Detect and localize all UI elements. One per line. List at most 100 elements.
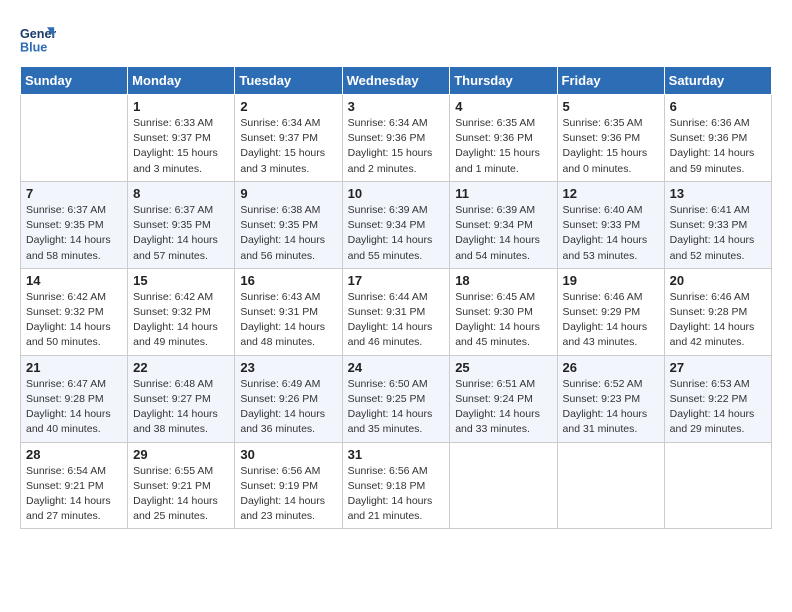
calendar-cell: 18Sunrise: 6:45 AM Sunset: 9:30 PM Dayli… <box>450 268 557 355</box>
day-number: 27 <box>670 360 766 375</box>
calendar-cell <box>664 442 771 529</box>
calendar-cell: 3 Sunrise: 6:34 AM Sunset: 9:36 PM Daylig… <box>342 95 450 182</box>
day-info: Sunrise: 6:53 AM Sunset: 9:22 PM Dayligh… <box>670 377 766 438</box>
day-number: 2 <box>240 99 336 114</box>
calendar-cell <box>450 442 557 529</box>
calendar-week-row: 1 Sunrise: 6:33 AM Sunset: 9:37 PM Daylig… <box>21 95 772 182</box>
day-info: Sunrise: 6:54 AM Sunset: 9:21 PM Dayligh… <box>26 464 122 525</box>
day-number: 19 <box>563 273 659 288</box>
calendar-cell: 6 Sunrise: 6:36 AM Sunset: 9:36 PM Daylig… <box>664 95 771 182</box>
calendar-cell <box>557 442 664 529</box>
calendar-cell: 23Sunrise: 6:49 AM Sunset: 9:26 PM Dayli… <box>235 355 342 442</box>
day-number: 29 <box>133 447 229 462</box>
calendar-cell: 26Sunrise: 6:52 AM Sunset: 9:23 PM Dayli… <box>557 355 664 442</box>
day-info: Sunrise: 6:37 AM Sunset: 9:35 PM Dayligh… <box>133 203 229 264</box>
logo-icon: General Blue <box>20 20 56 56</box>
day-info: Sunrise: 6:41 AM Sunset: 9:33 PM Dayligh… <box>670 203 766 264</box>
calendar-cell: 14 Sunrise: 6:42 AM Sunset: 9:32 PM Dayli… <box>21 268 128 355</box>
day-info: Sunrise: 6:34 AM Sunset: 9:36 PM Dayligh… <box>348 116 445 177</box>
calendar-week-row: 28Sunrise: 6:54 AM Sunset: 9:21 PM Dayli… <box>21 442 772 529</box>
day-number: 21 <box>26 360 122 375</box>
day-info: Sunrise: 6:51 AM Sunset: 9:24 PM Dayligh… <box>455 377 551 438</box>
day-number: 1 <box>133 99 229 114</box>
calendar-cell: 29 Sunrise: 6:55 AM Sunset: 9:21 PM Dayli… <box>128 442 235 529</box>
day-number: 4 <box>455 99 551 114</box>
day-info: Sunrise: 6:40 AM Sunset: 9:33 PM Dayligh… <box>563 203 659 264</box>
weekday-header-friday: Friday <box>557 67 664 95</box>
calendar-cell: 21 Sunrise: 6:47 AM Sunset: 9:28 PM Dayli… <box>21 355 128 442</box>
calendar-cell: 8 Sunrise: 6:37 AM Sunset: 9:35 PM Daylig… <box>128 181 235 268</box>
day-info: Sunrise: 6:46 AM Sunset: 9:29 PM Dayligh… <box>563 290 659 351</box>
day-number: 7 <box>26 186 122 201</box>
day-number: 31 <box>348 447 445 462</box>
calendar-cell: 15Sunrise: 6:42 AM Sunset: 9:32 PM Dayli… <box>128 268 235 355</box>
calendar-cell: 5Sunrise: 6:35 AM Sunset: 9:36 PM Daylig… <box>557 95 664 182</box>
day-info: Sunrise: 6:50 AM Sunset: 9:25 PM Dayligh… <box>348 377 445 438</box>
day-info: Sunrise: 6:55 AM Sunset: 9:21 PM Dayligh… <box>133 464 229 525</box>
calendar-cell: 4Sunrise: 6:35 AM Sunset: 9:36 PM Daylig… <box>450 95 557 182</box>
calendar-cell: 10Sunrise: 6:39 AM Sunset: 9:34 PM Dayli… <box>342 181 450 268</box>
day-info: Sunrise: 6:44 AM Sunset: 9:31 PM Dayligh… <box>348 290 445 351</box>
day-info: Sunrise: 6:34 AM Sunset: 9:37 PM Dayligh… <box>240 116 336 177</box>
day-info: Sunrise: 6:39 AM Sunset: 9:34 PM Dayligh… <box>455 203 551 264</box>
day-number: 6 <box>670 99 766 114</box>
calendar-cell: 11 Sunrise: 6:39 AM Sunset: 9:34 PM Dayli… <box>450 181 557 268</box>
day-number: 20 <box>670 273 766 288</box>
calendar-cell: 9 Sunrise: 6:38 AM Sunset: 9:35 PM Daylig… <box>235 181 342 268</box>
calendar-week-row: 21 Sunrise: 6:47 AM Sunset: 9:28 PM Dayli… <box>21 355 772 442</box>
day-info: Sunrise: 6:49 AM Sunset: 9:26 PM Dayligh… <box>240 377 336 438</box>
calendar-cell: 12 Sunrise: 6:40 AM Sunset: 9:33 PM Dayli… <box>557 181 664 268</box>
day-number: 13 <box>670 186 766 201</box>
day-info: Sunrise: 6:47 AM Sunset: 9:28 PM Dayligh… <box>26 377 122 438</box>
calendar-cell <box>21 95 128 182</box>
calendar-cell: 24 Sunrise: 6:50 AM Sunset: 9:25 PM Dayli… <box>342 355 450 442</box>
day-number: 5 <box>563 99 659 114</box>
day-number: 8 <box>133 186 229 201</box>
calendar-cell: 13 Sunrise: 6:41 AM Sunset: 9:33 PM Dayli… <box>664 181 771 268</box>
calendar-cell: 28Sunrise: 6:54 AM Sunset: 9:21 PM Dayli… <box>21 442 128 529</box>
calendar-cell: 27 Sunrise: 6:53 AM Sunset: 9:22 PM Dayli… <box>664 355 771 442</box>
calendar-cell: 25 Sunrise: 6:51 AM Sunset: 9:24 PM Dayli… <box>450 355 557 442</box>
day-info: Sunrise: 6:45 AM Sunset: 9:30 PM Dayligh… <box>455 290 551 351</box>
calendar-cell: 1 Sunrise: 6:33 AM Sunset: 9:37 PM Daylig… <box>128 95 235 182</box>
day-info: Sunrise: 6:37 AM Sunset: 9:35 PM Dayligh… <box>26 203 122 264</box>
calendar-week-row: 7 Sunrise: 6:37 AM Sunset: 9:35 PM Daylig… <box>21 181 772 268</box>
calendar-cell: 22 Sunrise: 6:48 AM Sunset: 9:27 PM Dayli… <box>128 355 235 442</box>
day-number: 16 <box>240 273 336 288</box>
calendar-cell: 30Sunrise: 6:56 AM Sunset: 9:19 PM Dayli… <box>235 442 342 529</box>
day-info: Sunrise: 6:36 AM Sunset: 9:36 PM Dayligh… <box>670 116 766 177</box>
calendar-table: SundayMondayTuesdayWednesdayThursdayFrid… <box>20 66 772 529</box>
logo: General Blue <box>20 20 60 56</box>
day-number: 9 <box>240 186 336 201</box>
calendar-cell: 20Sunrise: 6:46 AM Sunset: 9:28 PM Dayli… <box>664 268 771 355</box>
day-info: Sunrise: 6:56 AM Sunset: 9:19 PM Dayligh… <box>240 464 336 525</box>
day-number: 24 <box>348 360 445 375</box>
day-info: Sunrise: 6:42 AM Sunset: 9:32 PM Dayligh… <box>26 290 122 351</box>
day-info: Sunrise: 6:33 AM Sunset: 9:37 PM Dayligh… <box>133 116 229 177</box>
day-info: Sunrise: 6:48 AM Sunset: 9:27 PM Dayligh… <box>133 377 229 438</box>
weekday-header-thursday: Thursday <box>450 67 557 95</box>
calendar-cell: 31 Sunrise: 6:56 AM Sunset: 9:18 PM Dayli… <box>342 442 450 529</box>
day-number: 17 <box>348 273 445 288</box>
day-number: 14 <box>26 273 122 288</box>
day-info: Sunrise: 6:52 AM Sunset: 9:23 PM Dayligh… <box>563 377 659 438</box>
day-number: 22 <box>133 360 229 375</box>
day-info: Sunrise: 6:56 AM Sunset: 9:18 PM Dayligh… <box>348 464 445 525</box>
weekday-header-tuesday: Tuesday <box>235 67 342 95</box>
weekday-header-wednesday: Wednesday <box>342 67 450 95</box>
calendar-cell: 19 Sunrise: 6:46 AM Sunset: 9:29 PM Dayli… <box>557 268 664 355</box>
weekday-header-saturday: Saturday <box>664 67 771 95</box>
day-number: 12 <box>563 186 659 201</box>
day-info: Sunrise: 6:39 AM Sunset: 9:34 PM Dayligh… <box>348 203 445 264</box>
calendar-cell: 17 Sunrise: 6:44 AM Sunset: 9:31 PM Dayli… <box>342 268 450 355</box>
day-info: Sunrise: 6:43 AM Sunset: 9:31 PM Dayligh… <box>240 290 336 351</box>
calendar-week-row: 14 Sunrise: 6:42 AM Sunset: 9:32 PM Dayli… <box>21 268 772 355</box>
weekday-header-row: SundayMondayTuesdayWednesdayThursdayFrid… <box>21 67 772 95</box>
page-header: General Blue <box>20 20 772 56</box>
day-info: Sunrise: 6:38 AM Sunset: 9:35 PM Dayligh… <box>240 203 336 264</box>
day-number: 11 <box>455 186 551 201</box>
svg-text:Blue: Blue <box>20 41 47 55</box>
day-number: 25 <box>455 360 551 375</box>
day-number: 3 <box>348 99 445 114</box>
calendar-cell: 16 Sunrise: 6:43 AM Sunset: 9:31 PM Dayli… <box>235 268 342 355</box>
